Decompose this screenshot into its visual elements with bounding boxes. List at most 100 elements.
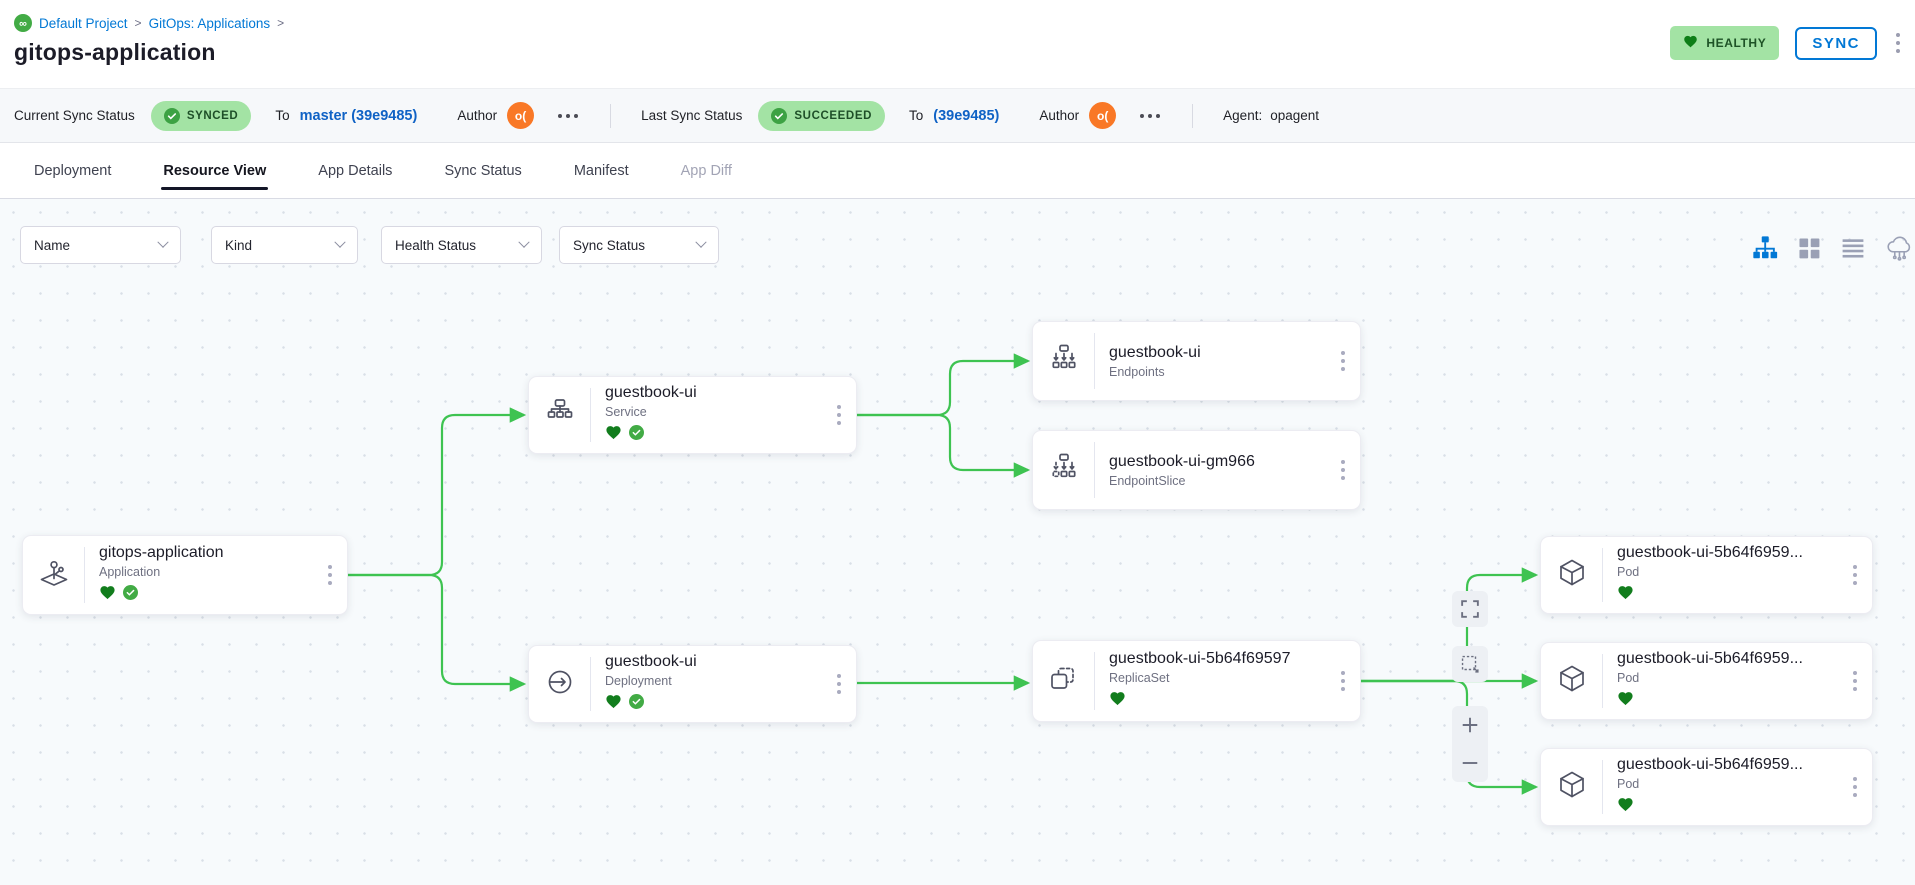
node-status <box>1617 690 1858 712</box>
marquee-select-icon[interactable] <box>1452 646 1488 682</box>
node-kebab-menu-icon[interactable] <box>832 400 846 430</box>
node-status <box>605 424 842 446</box>
page-title: gitops-application <box>14 39 1897 66</box>
grid-view-icon[interactable] <box>1794 233 1824 263</box>
last-revision-link[interactable]: (39e9485) <box>933 108 999 124</box>
service-icon <box>542 395 578 436</box>
resource-node-pod-1[interactable]: guestbook-ui-5b64f6959...Pod <box>1540 536 1873 614</box>
node-kebab-menu-icon[interactable] <box>1848 772 1862 802</box>
chevron-down-icon <box>518 237 529 248</box>
healthy-heart-icon <box>99 584 116 606</box>
breadcrumb-separator: > <box>135 16 142 30</box>
pod-icon <box>1554 767 1590 808</box>
synced-check-icon <box>629 425 644 445</box>
resource-name: guestbook-ui-5b64f6959... <box>1617 756 1858 774</box>
current-sync-status-label: Current Sync Status <box>14 108 135 123</box>
heart-icon <box>1683 34 1698 52</box>
endpointslice-icon <box>1046 450 1082 491</box>
header-kebab-menu-icon[interactable] <box>1893 29 1903 57</box>
fullscreen-icon[interactable] <box>1452 591 1488 627</box>
author-label: Author <box>457 108 497 123</box>
endpoints-icon <box>1046 341 1082 382</box>
resource-node-replicaset[interactable]: guestbook-ui-5b64f69597ReplicaSet <box>1032 640 1361 722</box>
resource-kind: Endpoints <box>1109 365 1346 379</box>
resource-node-deployment[interactable]: guestbook-uiDeployment <box>528 645 857 723</box>
synced-check-icon <box>629 694 644 714</box>
filter-label: Health Status <box>395 238 476 253</box>
filter-label: Kind <box>225 238 252 253</box>
tab-resource-view[interactable]: Resource View <box>137 143 292 198</box>
resource-name: guestbook-ui-gm966 <box>1109 453 1346 471</box>
resource-node-service[interactable]: guestbook-uiService <box>528 376 857 454</box>
resource-kind: Deployment <box>605 674 842 688</box>
resource-node-endpoints[interactable]: guestbook-ui Endpoints <box>1032 321 1361 401</box>
pod-icon <box>1554 555 1590 596</box>
resource-kind: Pod <box>1617 565 1858 579</box>
node-status <box>1617 796 1858 818</box>
healthy-heart-icon <box>605 693 622 715</box>
resource-kind: ReplicaSet <box>1109 671 1346 685</box>
filter-dropdown-kind[interactable]: Kind <box>211 226 358 264</box>
filter-label: Name <box>34 238 70 253</box>
cloud-network-icon[interactable] <box>1884 233 1914 263</box>
to-label: To <box>909 108 923 123</box>
resource-node-pod-3[interactable]: guestbook-ui-5b64f6959...Pod <box>1540 748 1873 826</box>
node-kebab-menu-icon[interactable] <box>1848 560 1862 590</box>
node-kebab-menu-icon[interactable] <box>1336 455 1350 485</box>
agent-value: opagent <box>1270 108 1319 123</box>
pod-icon <box>1554 661 1590 702</box>
tab-app-diff[interactable]: App Diff <box>655 143 758 198</box>
tree-view-icon[interactable] <box>1750 233 1780 263</box>
zoom-in-icon[interactable] <box>1452 706 1488 744</box>
tab-sync-status[interactable]: Sync Status <box>418 143 547 198</box>
tab-manifest[interactable]: Manifest <box>548 143 655 198</box>
healthy-heart-icon <box>1617 690 1634 712</box>
node-status <box>1617 584 1858 606</box>
chevron-down-icon <box>695 237 706 248</box>
list-view-icon[interactable] <box>1838 233 1868 263</box>
health-badge-label: HEALTHY <box>1706 36 1766 50</box>
tab-deployment[interactable]: Deployment <box>8 143 137 198</box>
zoom-panel <box>1452 706 1488 782</box>
last-sync-status-label: Last Sync Status <box>641 108 742 123</box>
resource-node-endpointslice[interactable]: guestbook-ui-gm966 EndpointSlice <box>1032 430 1361 510</box>
filter-dropdown-health-status[interactable]: Health Status <box>381 226 542 264</box>
resource-name: gitops-application <box>99 544 333 562</box>
node-status <box>605 693 842 715</box>
sync-button[interactable]: SYNC <box>1795 27 1877 60</box>
node-status <box>1109 690 1346 712</box>
resource-name: guestbook-ui <box>1109 344 1346 362</box>
filter-label: Sync Status <box>573 238 645 253</box>
resource-node-pod-2[interactable]: guestbook-ui-5b64f6959... Pod <box>1540 642 1873 720</box>
commit-more-menu-icon[interactable] <box>554 110 582 122</box>
breadcrumb: ∞ Default Project > GitOps: Applications… <box>14 14 1897 32</box>
deployment-icon <box>542 664 578 705</box>
filter-dropdown-sync-status[interactable]: Sync Status <box>559 226 719 264</box>
agent-label: Agent: <box>1223 108 1262 123</box>
node-kebab-menu-icon[interactable] <box>1848 666 1862 696</box>
breadcrumb-section-link[interactable]: GitOps: Applications <box>149 16 271 31</box>
to-label: To <box>275 108 289 123</box>
resource-kind: Pod <box>1617 671 1858 685</box>
node-kebab-menu-icon[interactable] <box>323 560 337 590</box>
graph-canvas[interactable]: Name Kind Health Status Sync Status gitops-… <box>0 199 1915 885</box>
tab-app-details[interactable]: App Details <box>292 143 418 198</box>
filter-dropdown-name[interactable]: Name <box>20 226 181 264</box>
resource-kind: Service <box>605 405 842 419</box>
zoom-out-icon[interactable] <box>1452 744 1488 782</box>
resource-node-application[interactable]: gitops-applicationApplication <box>22 535 348 615</box>
commit-more-menu-icon[interactable] <box>1136 110 1164 122</box>
node-kebab-menu-icon[interactable] <box>1336 666 1350 696</box>
resource-kind: EndpointSlice <box>1109 474 1346 488</box>
current-revision-link[interactable]: master (39e9485) <box>300 108 418 124</box>
gitops-logo-icon: ∞ <box>14 14 32 32</box>
breadcrumb-project-link[interactable]: Default Project <box>39 16 128 31</box>
author-avatar: o( <box>507 102 534 129</box>
sync-status-bar: Current Sync Status SYNCED To master (39… <box>0 88 1915 143</box>
healthy-heart-icon <box>605 424 622 446</box>
node-kebab-menu-icon[interactable] <box>832 669 846 699</box>
resource-name: guestbook-ui-5b64f6959... <box>1617 650 1858 668</box>
healthy-heart-icon <box>1617 796 1634 818</box>
node-kebab-menu-icon[interactable] <box>1336 346 1350 376</box>
app-tabs: DeploymentResource ViewApp DetailsSync S… <box>0 143 1915 199</box>
